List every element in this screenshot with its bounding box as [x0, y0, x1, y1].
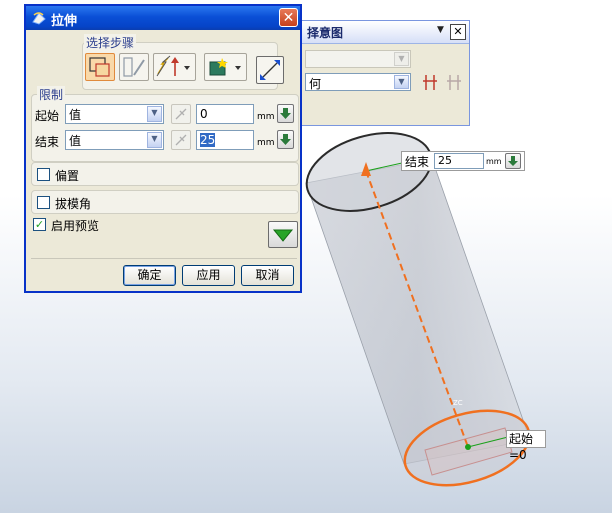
end-options-button[interactable] [277, 130, 294, 149]
extrude-icon [32, 12, 46, 25]
target-body-step-button[interactable] [204, 53, 247, 81]
measure-icon [175, 134, 187, 146]
dialog-titlebar[interactable]: 拉伸 ✕ [26, 6, 300, 30]
dialog-title: 拉伸 [51, 14, 78, 29]
selection-intent-title: 择意图 [307, 26, 344, 40]
limits-label: 限制 [37, 86, 66, 103]
sketch-icon [123, 57, 145, 77]
end-distance-widget: 结束 25 mm [401, 151, 525, 171]
down-arrow-icon [280, 134, 291, 145]
end-widget-input[interactable]: 25 [434, 153, 484, 169]
extrude-dialog: 拉伸 ✕ 选择步骤 限制 起始 值 ▼ 0 mm 结束 值 ▼ 25 mm 偏置… [24, 4, 302, 293]
reverse-direction-button[interactable] [256, 56, 284, 84]
selection-intent-titlebar[interactable]: 择意图 ▼ ✕ [299, 21, 469, 44]
end-measure-button[interactable] [171, 130, 191, 150]
chevron-down-icon: ▼ [394, 52, 409, 66]
window-menu-arrow-icon[interactable]: ▼ [437, 25, 444, 35]
dialog-close-button[interactable]: ✕ [279, 8, 298, 27]
section-curve-icon [89, 57, 110, 77]
end-unit: mm [257, 138, 275, 148]
start-type-combo[interactable]: 值 ▼ [65, 104, 164, 124]
down-arrow-icon [280, 108, 291, 119]
chevron-down-icon: ▼ [147, 132, 162, 148]
follow-fillet-icon[interactable] [445, 73, 465, 91]
end-type-combo[interactable]: 值 ▼ [65, 130, 164, 150]
end-value-input[interactable]: 25 [196, 130, 254, 150]
curve-rule-combo[interactable]: 何 ▼ [305, 73, 411, 91]
end-widget-unit: mm [486, 157, 502, 166]
start-unit: mm [257, 112, 275, 122]
start-value-input[interactable]: 0 [196, 104, 254, 124]
expand-down-icon [272, 229, 294, 242]
start-measure-button[interactable] [171, 104, 191, 124]
start-distance-label: 起始=0 [506, 430, 546, 462]
cancel-button[interactable]: 取消 [241, 265, 294, 286]
preview-checkbox[interactable]: ✓ [33, 218, 46, 231]
start-options-button[interactable] [277, 104, 294, 123]
bottom-separator [31, 258, 297, 259]
selection-filter-combo: ▼ [305, 50, 411, 68]
start-drag-handle[interactable] [465, 444, 471, 450]
selection-intent-close-button[interactable]: ✕ [450, 24, 466, 40]
direction-vector-icon [156, 55, 190, 77]
target-body-icon [209, 58, 241, 76]
offset-label: 偏置 [55, 169, 80, 183]
chevron-down-icon: ▼ [394, 75, 409, 89]
end-widget-label: 结束 [405, 155, 430, 169]
stop-at-intersection-icon[interactable] [421, 73, 443, 91]
apply-button[interactable]: 应用 [182, 265, 235, 286]
offset-checkbox[interactable] [37, 168, 50, 181]
expand-more-button[interactable] [268, 221, 298, 248]
selection-intent-window: 择意图 ▼ ✕ ▼ 何 ▼ [298, 20, 470, 126]
axis-label: ZC [453, 399, 463, 407]
draft-label: 拔模角 [55, 197, 92, 211]
chevron-down-icon: ▼ [147, 106, 162, 122]
reverse-direction-icon [260, 60, 280, 80]
end-widget-dropdown[interactable] [505, 153, 521, 169]
ok-button[interactable]: 确定 [123, 265, 176, 286]
sketch-step-button[interactable] [119, 53, 149, 81]
select-steps-label: 选择步骤 [84, 34, 137, 51]
start-label: 起始 [35, 109, 60, 123]
preview-label: 启用预览 [51, 219, 100, 233]
end-label: 结束 [35, 135, 60, 149]
section-step-button[interactable] [85, 53, 115, 81]
direction-step-button[interactable] [153, 53, 196, 81]
measure-icon [175, 108, 187, 120]
draft-checkbox[interactable] [37, 196, 50, 209]
down-arrow-icon [508, 156, 518, 166]
